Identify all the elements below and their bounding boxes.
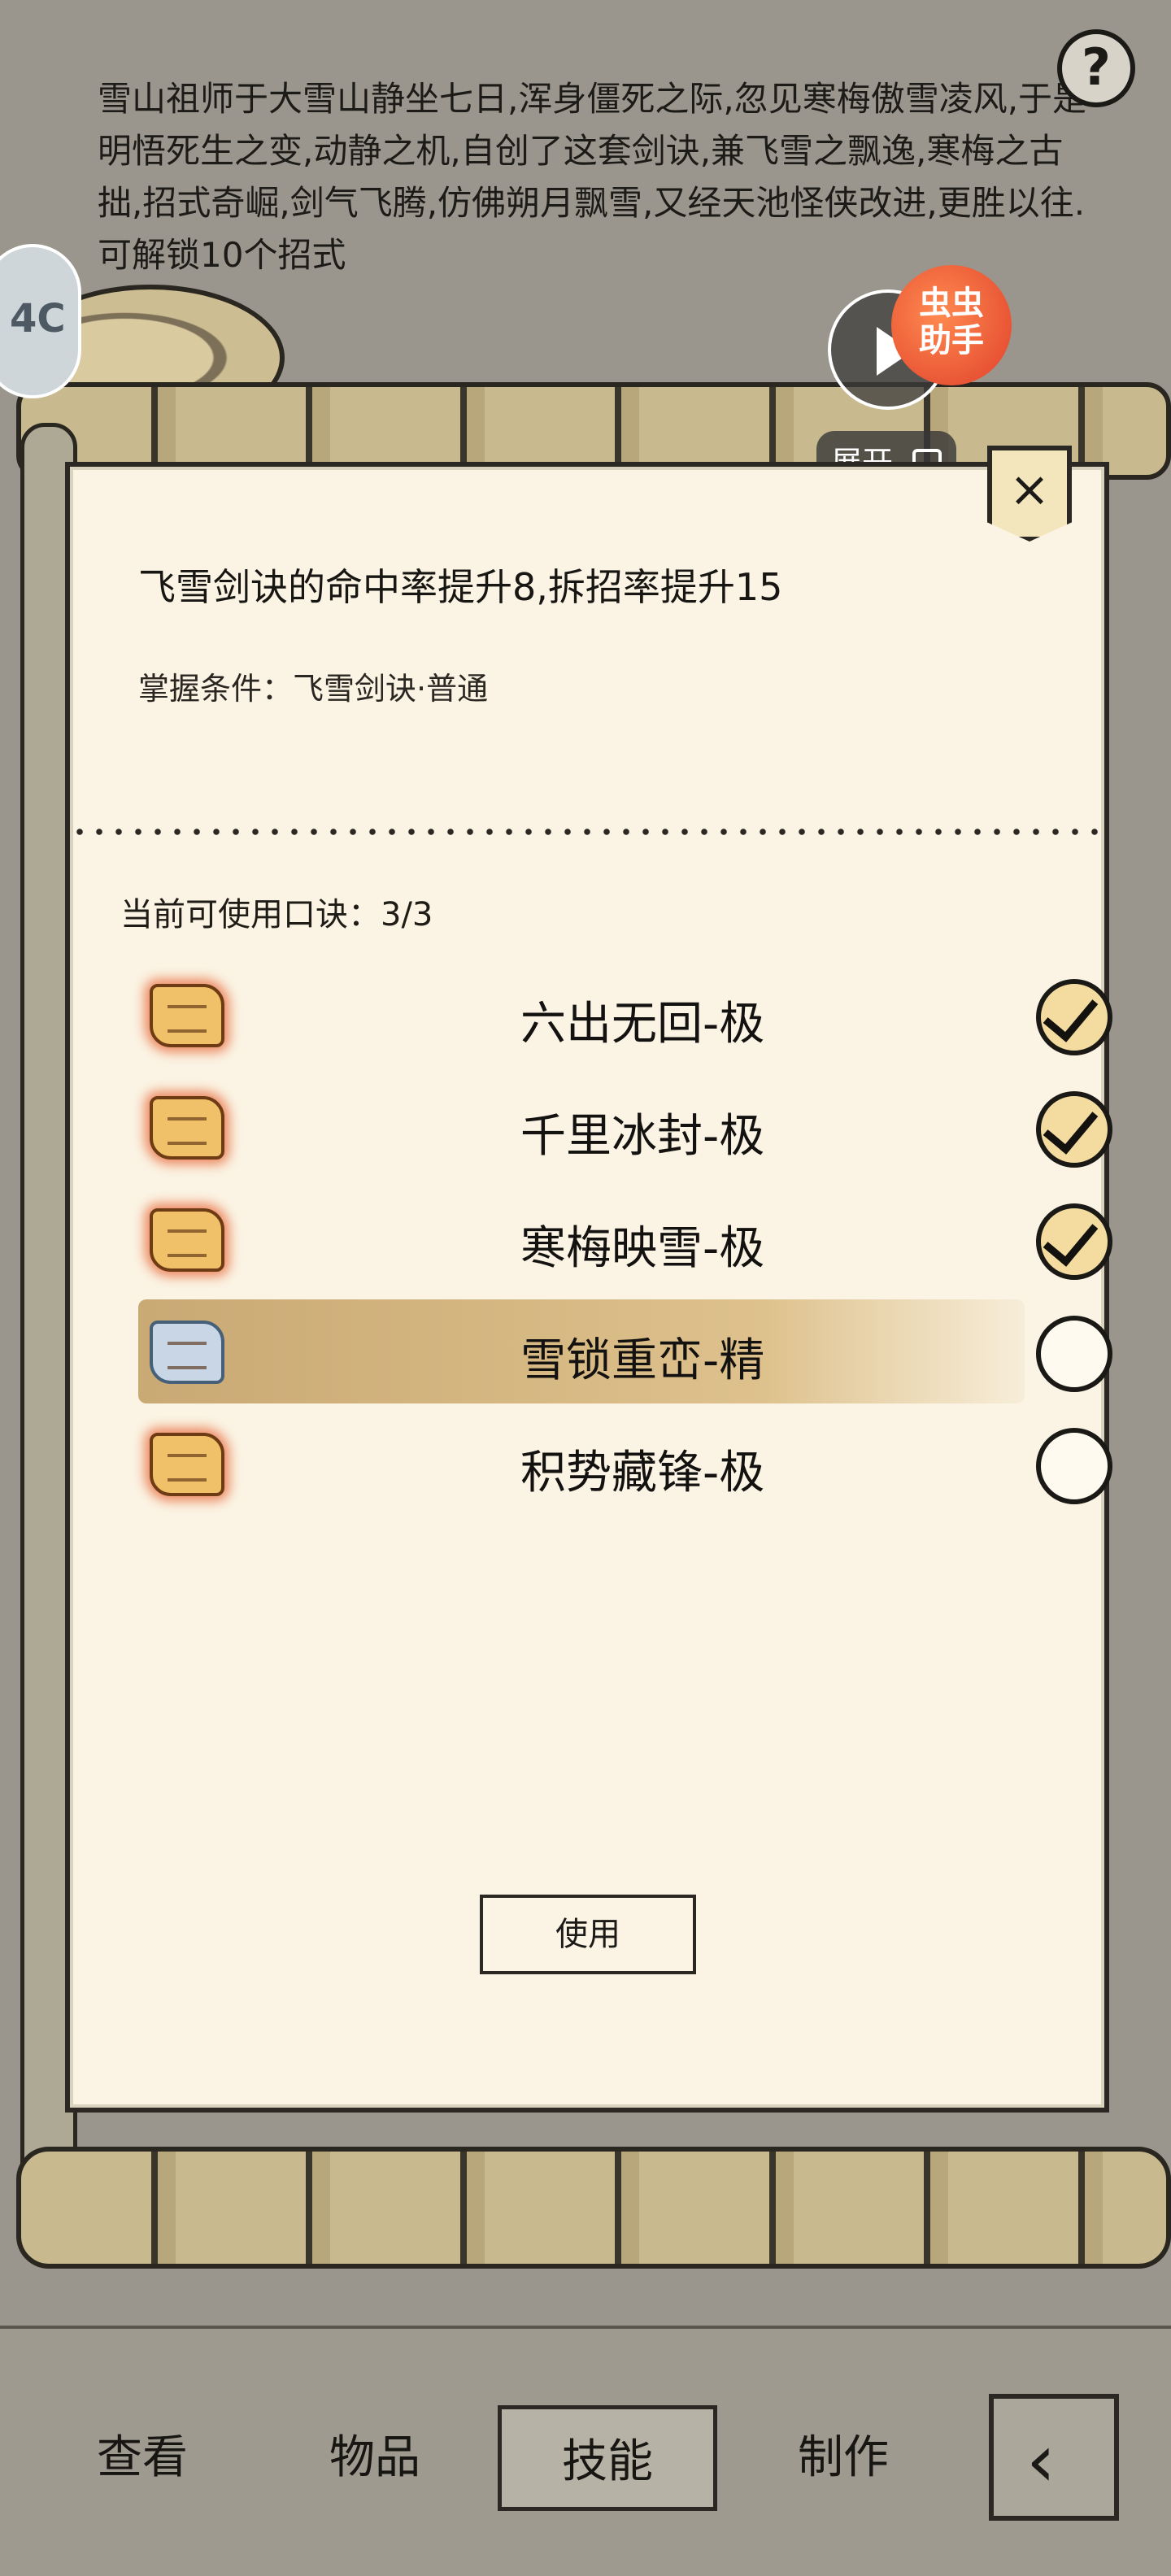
checkbox-checked[interactable] (1036, 1091, 1112, 1168)
chongchong-assistant-badge[interactable]: 虫虫 助手 (891, 265, 1012, 385)
floating-widget[interactable]: 4C (0, 244, 81, 398)
close-button[interactable]: × (987, 446, 1072, 542)
assist-line2: 助手 (919, 322, 984, 359)
scroll-bottom-decoration (16, 2147, 1171, 2269)
dotted-divider (70, 828, 1104, 836)
checkbox-unchecked[interactable] (1036, 1316, 1112, 1392)
skill-name: 千里冰封-极 (520, 1110, 765, 1163)
condition-text: 掌握条件：飞雪剑诀·普通 (138, 671, 489, 707)
tab-items[interactable]: 物品 (306, 2405, 444, 2511)
tab-craft[interactable]: 制作 (774, 2405, 912, 2511)
back-button[interactable]: ‹ (989, 2394, 1119, 2521)
skill-row-2[interactable]: 寒梅映雪-极 (138, 1197, 1112, 1281)
skill-name: 六出无回-极 (520, 998, 765, 1051)
scroll-blue-icon (150, 1321, 224, 1384)
formula-dialog: 飞雪剑诀的命中率提升8,拆招率提升15 掌握条件：飞雪剑诀·普通 当前可使用口诀… (65, 462, 1112, 2113)
skill-row-3[interactable]: 雪锁重峦-精 (138, 1299, 1112, 1403)
skill-row-1[interactable]: 千里冰封-极 (138, 1085, 1112, 1169)
skill-name: 雪锁重峦-精 (520, 1334, 765, 1387)
floating-widget-label: 4C (10, 296, 66, 342)
back-icon: ‹ (1026, 2418, 1056, 2504)
scroll-red-icon (150, 1208, 224, 1272)
available-count: 当前可使用口诀：3/3 (120, 896, 433, 933)
skill-row-0[interactable]: 六出无回-极 (138, 973, 1112, 1057)
scroll-red-icon (150, 1433, 224, 1496)
tab-skills[interactable]: 技能 (498, 2405, 717, 2511)
skill-name: 寒梅映雪-极 (520, 1222, 765, 1275)
skill-row-4[interactable]: 积势藏锋-极 (138, 1421, 1112, 1506)
use-button[interactable]: 使用 (480, 1895, 696, 1974)
help-button[interactable]: ? (1057, 29, 1135, 107)
checkbox-unchecked[interactable] (1036, 1428, 1112, 1504)
checkbox-checked[interactable] (1036, 979, 1112, 1055)
skill-description: 雪山祖师于大雪山静坐七日,浑身僵死之际,忽见寒梅傲雪凌风,于是明悟死生之变,动静… (98, 79, 1087, 275)
effect-text: 飞雪剑诀的命中率提升8,拆招率提升15 (138, 565, 783, 609)
tab-view[interactable]: 查看 (73, 2405, 211, 2511)
skill-name: 积势藏锋-极 (520, 1447, 765, 1499)
scroll-red-icon (150, 984, 224, 1047)
assist-line1: 虫虫 (919, 285, 984, 322)
checkbox-checked[interactable] (1036, 1203, 1112, 1280)
scroll-red-icon (150, 1096, 224, 1160)
